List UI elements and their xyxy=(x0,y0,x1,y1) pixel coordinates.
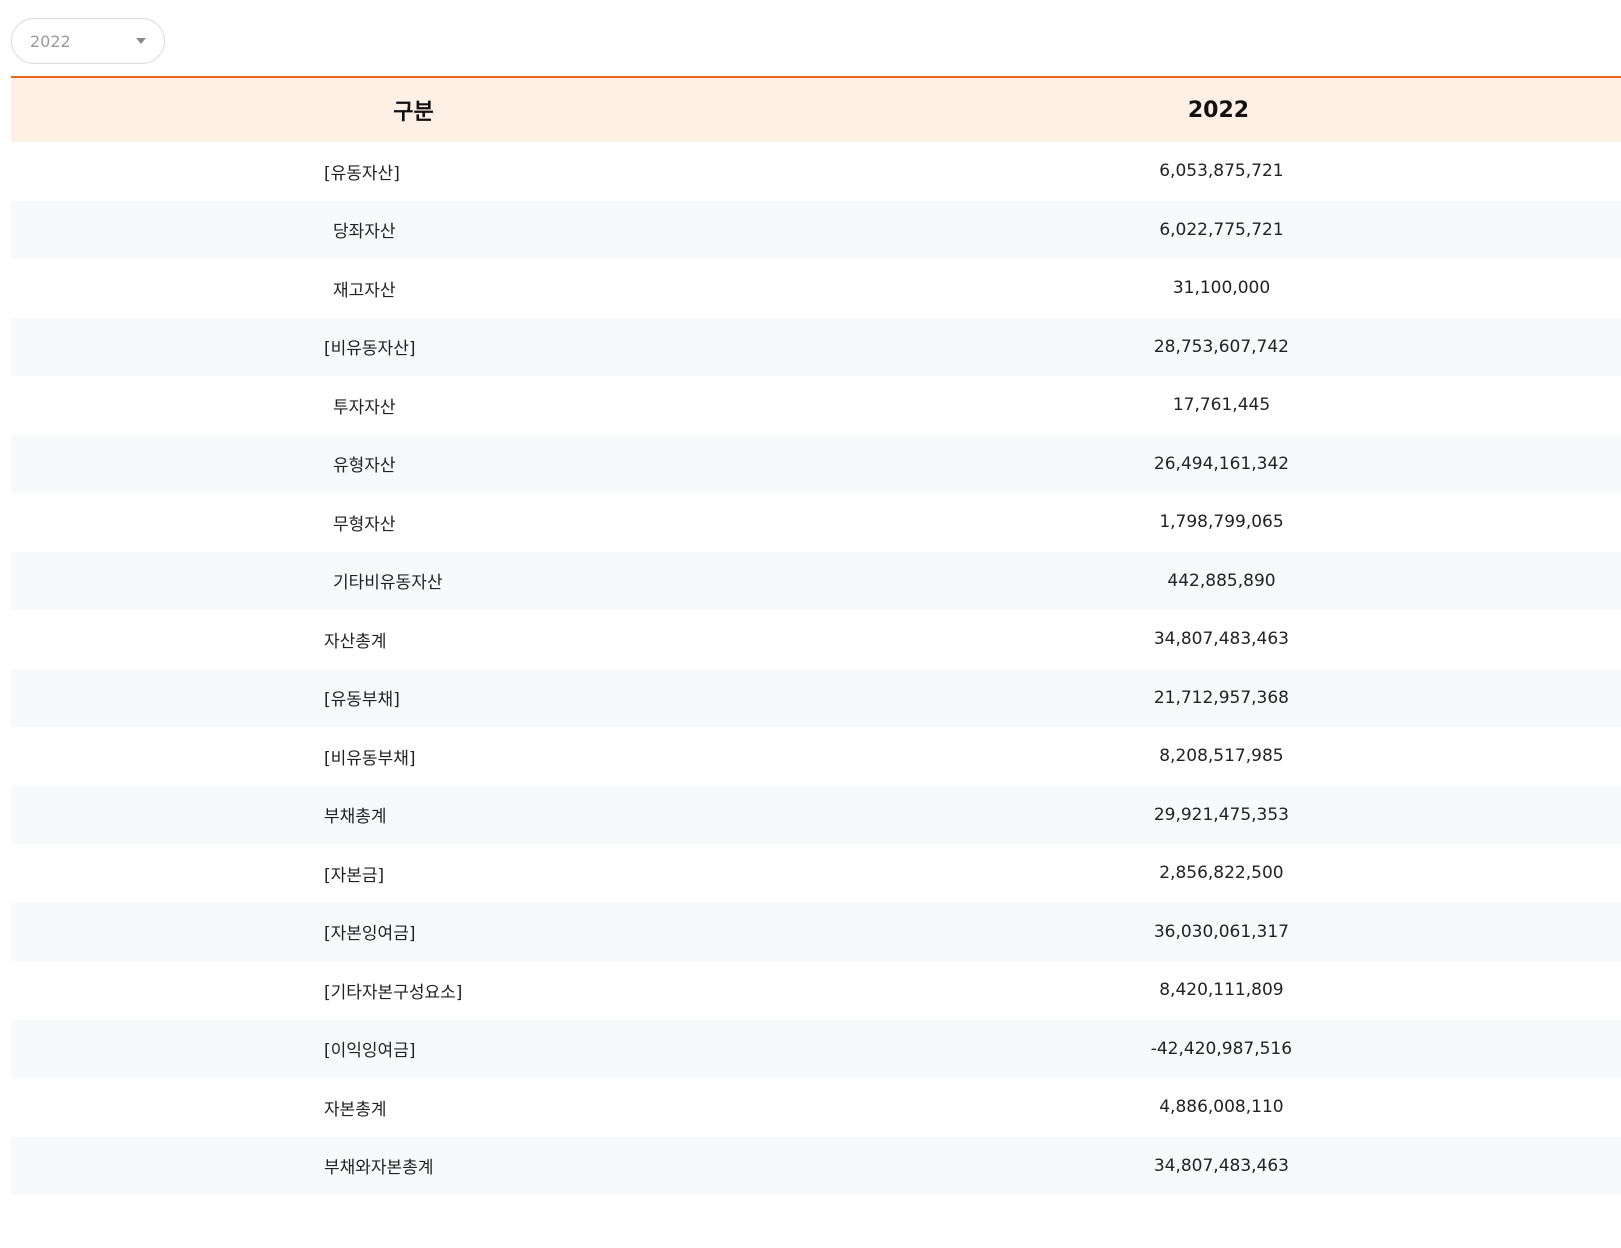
row-label: 자산총계 xyxy=(324,631,387,652)
row-value: 29,921,475,353 xyxy=(1153,804,1289,825)
row-label: [이익잉여금] xyxy=(324,1041,416,1062)
row-value: 34,807,483,463 xyxy=(1153,1155,1289,1176)
row-value: 4,886,008,110 xyxy=(1159,1097,1284,1118)
table-row: [기타자본구성요소] 8,420,111,809 xyxy=(11,961,1621,1020)
table-row: 무형자산 1,798,799,065 xyxy=(11,493,1621,552)
row-value: 8,420,111,809 xyxy=(1159,980,1284,1001)
row-value: 21,712,957,368 xyxy=(1153,687,1289,708)
row-label: 부채총계 xyxy=(324,807,387,828)
row-label: 기타비유동자산 xyxy=(333,573,443,594)
row-label: [유동부채] xyxy=(324,690,400,711)
table-row: [자본잉여금] 36,030,061,317 xyxy=(11,902,1621,961)
table-row: [이익잉여금] -42,420,987,516 xyxy=(11,1019,1621,1078)
row-value: 6,053,875,721 xyxy=(1159,161,1284,182)
table-row: [비유동부채] 8,208,517,985 xyxy=(11,727,1621,786)
row-value: 31,100,000 xyxy=(1172,278,1271,299)
header-year: 2022 xyxy=(1187,97,1250,123)
row-value: 17,761,445 xyxy=(1172,395,1271,416)
row-value: 1,798,799,065 xyxy=(1159,512,1284,533)
row-value: 26,494,161,342 xyxy=(1153,453,1290,474)
row-label: 재고자산 xyxy=(333,280,396,301)
year-select-value: 2022 xyxy=(30,31,71,51)
table-row: 자본총계 4,886,008,110 xyxy=(11,1078,1621,1137)
table-row: 부채총계 29,921,475,353 xyxy=(11,785,1621,844)
chevron-down-icon xyxy=(136,38,146,44)
row-label: [기타자본구성요소] xyxy=(324,982,463,1003)
table-body: [유동자산] 6,053,875,721 당좌자산 6,022,775,721 재고자산… xyxy=(11,142,1621,1195)
row-label: 당좌자산 xyxy=(333,222,396,243)
year-select[interactable]: 2022 xyxy=(11,18,165,64)
row-value: 28,753,607,742 xyxy=(1153,336,1289,357)
table-row: [유동자산] 6,053,875,721 xyxy=(11,142,1621,201)
row-label: [유동자산] xyxy=(324,163,400,184)
row-label: [자본금] xyxy=(324,865,385,886)
row-value: 442,885,890 xyxy=(1167,570,1276,591)
table-row: [유동부채] 21,712,957,368 xyxy=(11,668,1621,727)
row-label: 자본총계 xyxy=(324,1099,387,1120)
table-row: 부채와자본총계 34,807,483,463 xyxy=(11,1136,1621,1195)
row-value: 8,208,517,985 xyxy=(1159,746,1284,767)
table-row: 재고자산 31,100,000 xyxy=(11,259,1621,318)
table-row: [자본금] 2,856,822,500 xyxy=(11,844,1621,903)
row-label: 무형자산 xyxy=(333,514,396,535)
row-value: -42,420,987,516 xyxy=(1150,1038,1293,1059)
row-label: [비유동자산] xyxy=(324,339,416,360)
row-value: 2,856,822,500 xyxy=(1159,863,1284,884)
table-row: 당좌자산 6,022,775,721 xyxy=(11,200,1621,259)
table-row: 기타비유동자산 442,885,890 xyxy=(11,551,1621,610)
row-value: 6,022,775,721 xyxy=(1159,219,1284,240)
row-value: 36,030,061,317 xyxy=(1153,921,1289,942)
row-label: [비유동부채] xyxy=(324,748,416,769)
table-header: 구분 2022 xyxy=(11,78,1621,142)
row-label: 투자자산 xyxy=(333,397,396,418)
row-label: 유형자산 xyxy=(333,456,396,477)
row-label: [자본잉여금] xyxy=(324,924,416,945)
table-row: 투자자산 17,761,445 xyxy=(11,376,1621,435)
balance-sheet-table: 구분 2022 [유동자산] 6,053,875,721 당좌자산 6,022,775… xyxy=(11,76,1621,1195)
table-row: [비유동자산] 28,753,607,742 xyxy=(11,317,1621,376)
row-value: 34,807,483,463 xyxy=(1153,629,1289,650)
header-category: 구분 xyxy=(393,100,434,125)
row-label: 부채와자본총계 xyxy=(324,1158,434,1179)
table-row: 유형자산 26,494,161,342 xyxy=(11,434,1621,493)
table-row: 자산총계 34,807,483,463 xyxy=(11,610,1621,669)
